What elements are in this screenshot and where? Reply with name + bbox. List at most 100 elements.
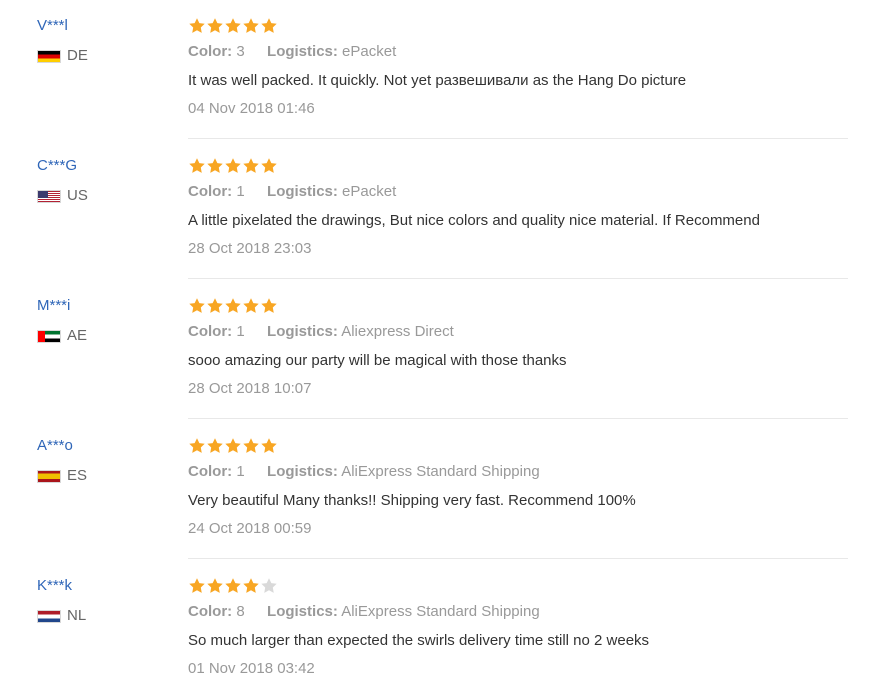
logistics-value: AliExpress Standard Shipping: [341, 603, 540, 620]
star-filled-icon: [260, 297, 278, 315]
color-value: 1: [236, 183, 245, 200]
logistics-label: Logistics:: [267, 43, 338, 60]
star-filled-icon: [242, 437, 260, 455]
review-text: sooo amazing our party will be magical w…: [188, 352, 567, 369]
reviewer-info: A***o ES: [37, 436, 167, 485]
reviewer-country: NL: [37, 607, 167, 625]
logistics-label: Logistics:: [267, 463, 338, 480]
country-code: AE: [67, 327, 88, 344]
review-meta: Color: 8 Logistics: AliExpress Standard …: [188, 603, 878, 621]
review-item: C***G US Color: 1 Logistics: ePacket A l…: [0, 140, 893, 280]
review-date: 04 Nov 2018 01:46: [188, 100, 315, 117]
review-item: M***i AE Color: 1 Logistics: Aliexpress …: [0, 280, 893, 420]
star-filled-icon: [242, 577, 260, 595]
review-content: Color: 8 Logistics: AliExpress Standard …: [188, 576, 878, 678]
star-rating: [188, 436, 878, 456]
color-label: Color:: [188, 323, 233, 340]
star-rating: [188, 156, 878, 176]
review-item: A***o ES Color: 1 Logistics: AliExpress …: [0, 420, 893, 560]
star-filled-icon: [260, 437, 278, 455]
color-label: Color:: [188, 603, 233, 620]
color-value: 1: [236, 463, 245, 480]
review-meta: Color: 1 Logistics: ePacket: [188, 183, 878, 201]
star-filled-icon: [224, 437, 242, 455]
review-content: Color: 3 Logistics: ePacket It was well …: [188, 16, 878, 118]
review-meta: Color: 1 Logistics: AliExpress Standard …: [188, 463, 878, 481]
logistics-label: Logistics:: [267, 603, 338, 620]
star-rating: [188, 576, 878, 596]
reviewer-info: K***k NL: [37, 576, 167, 625]
star-filled-icon: [188, 437, 206, 455]
logistics-value: ePacket: [342, 183, 397, 200]
review-date: 24 Oct 2018 00:59: [188, 520, 312, 537]
review-meta: Color: 1 Logistics: Aliexpress Direct: [188, 323, 878, 341]
review-text: A little pixelated the drawings, But nic…: [188, 212, 760, 229]
germany-flag-icon: [37, 49, 61, 63]
star-filled-icon: [224, 157, 242, 175]
star-filled-icon: [224, 17, 242, 35]
netherlands-flag-icon: [37, 609, 61, 623]
star-filled-icon: [242, 157, 260, 175]
star-filled-icon: [224, 577, 242, 595]
reviewer-name[interactable]: C***G: [37, 156, 167, 176]
reviewer-name[interactable]: V***l: [37, 16, 167, 36]
star-filled-icon: [206, 17, 224, 35]
reviewer-name[interactable]: M***i: [37, 296, 167, 316]
star-filled-icon: [188, 297, 206, 315]
reviewer-country: DE: [37, 47, 167, 65]
star-rating: [188, 296, 878, 316]
review-item: K***k NL Color: 8 Logistics: AliExpress …: [0, 560, 893, 691]
reviewer-info: M***i AE: [37, 296, 167, 345]
star-filled-icon: [242, 17, 260, 35]
review-date: 28 Oct 2018 10:07: [188, 380, 312, 397]
divider: [188, 138, 848, 139]
divider: [188, 278, 848, 279]
country-code: NL: [67, 607, 87, 624]
reviewer-country: ES: [37, 467, 167, 485]
review-content: Color: 1 Logistics: Aliexpress Direct so…: [188, 296, 878, 398]
logistics-label: Logistics:: [267, 323, 338, 340]
star-filled-icon: [206, 157, 224, 175]
review-list: V***l DE Color: 3 Logistics: ePacket It …: [0, 0, 893, 691]
star-filled-icon: [206, 297, 224, 315]
review-text: It was well packed. It quickly. Not yet …: [188, 72, 687, 89]
united-states-flag-icon: [37, 189, 61, 203]
color-label: Color:: [188, 463, 233, 480]
review-meta: Color: 3 Logistics: ePacket: [188, 43, 878, 61]
reviewer-name[interactable]: K***k: [37, 576, 167, 596]
reviewer-info: V***l DE: [37, 16, 167, 65]
review-content: Color: 1 Logistics: AliExpress Standard …: [188, 436, 878, 538]
color-label: Color:: [188, 43, 233, 60]
reviewer-info: C***G US: [37, 156, 167, 205]
color-value: 3: [236, 43, 245, 60]
divider: [188, 418, 848, 419]
color-label: Color:: [188, 183, 233, 200]
logistics-value: AliExpress Standard Shipping: [341, 463, 540, 480]
reviewer-name[interactable]: A***o: [37, 436, 167, 456]
star-rating: [188, 16, 878, 36]
star-empty-icon: [260, 577, 278, 595]
logistics-value: Aliexpress Direct: [341, 323, 454, 340]
review-text: So much larger than expected the swirls …: [188, 632, 650, 649]
logistics-label: Logistics:: [267, 183, 338, 200]
review-item: V***l DE Color: 3 Logistics: ePacket It …: [0, 0, 893, 140]
review-date: 01 Nov 2018 03:42: [188, 660, 315, 677]
logistics-value: ePacket: [342, 43, 397, 60]
country-code: DE: [67, 47, 88, 64]
star-filled-icon: [224, 297, 242, 315]
star-filled-icon: [260, 157, 278, 175]
star-filled-icon: [188, 577, 206, 595]
reviewer-country: US: [37, 187, 167, 205]
color-value: 1: [236, 323, 245, 340]
star-filled-icon: [242, 297, 260, 315]
reviewer-country: AE: [37, 327, 167, 345]
star-filled-icon: [206, 577, 224, 595]
country-code: US: [67, 187, 88, 204]
review-date: 28 Oct 2018 23:03: [188, 240, 312, 257]
divider: [188, 558, 848, 559]
star-filled-icon: [188, 157, 206, 175]
uae-flag-icon: [37, 329, 61, 343]
review-content: Color: 1 Logistics: ePacket A little pix…: [188, 156, 878, 258]
review-text: Very beautiful Many thanks!! Shipping ve…: [188, 492, 636, 509]
star-filled-icon: [260, 17, 278, 35]
